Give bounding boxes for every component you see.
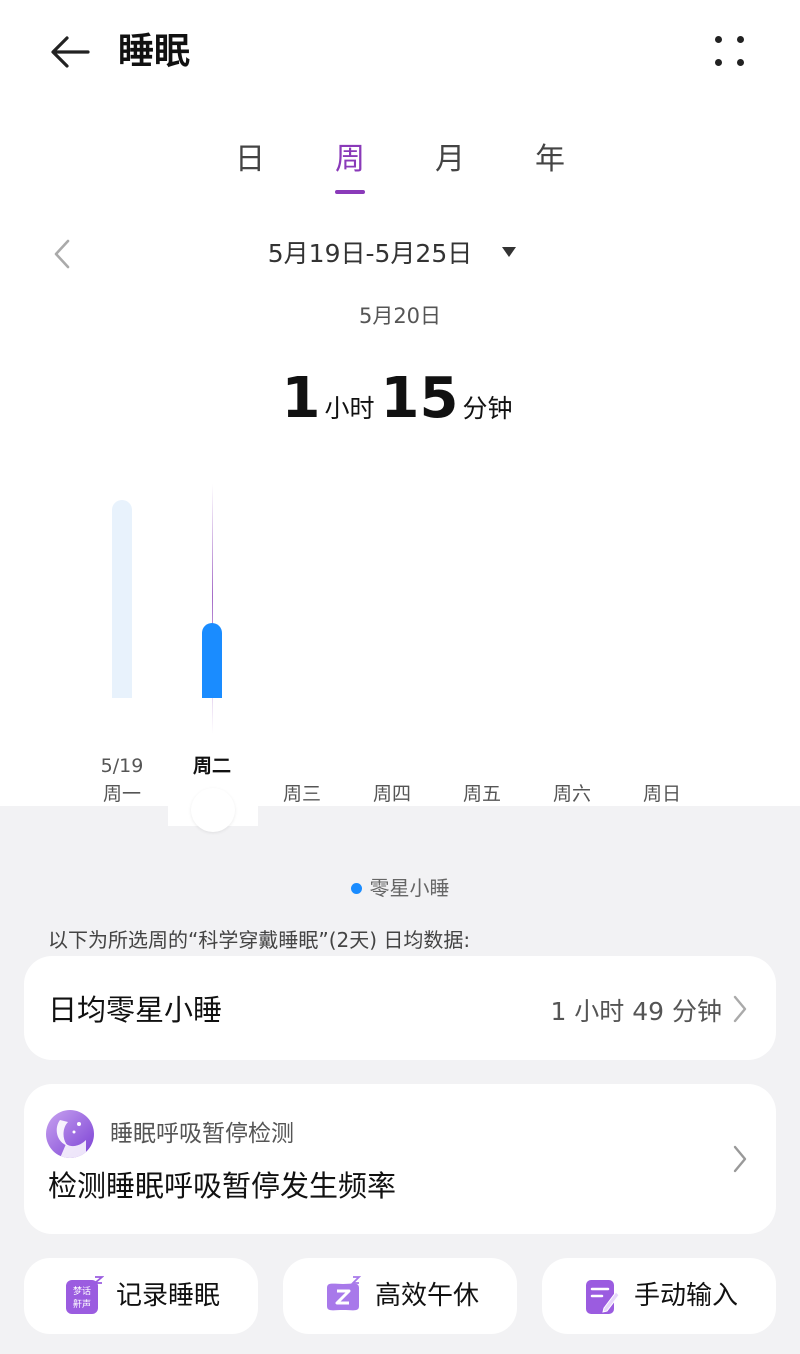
- chevron-right-icon: [733, 1145, 747, 1173]
- chart-legend: 零星小睡: [0, 872, 800, 904]
- x-axis-label[interactable]: 周二: [172, 752, 252, 780]
- apnea-subtitle: 睡眠呼吸暂停检测: [110, 1121, 294, 1147]
- previous-week-button[interactable]: [40, 232, 84, 276]
- manual-input-button[interactable]: 手动输入: [542, 1258, 776, 1334]
- date-range-label[interactable]: 5月19日-5月25日: [230, 234, 510, 274]
- chevron-right-icon: [733, 995, 747, 1023]
- duration-hours-unit: 小时: [324, 394, 375, 423]
- x-axis-label[interactable]: 周六: [532, 780, 612, 808]
- avg-nap-value: 1 小时 49 分钟: [550, 997, 722, 1026]
- tab-day[interactable]: 日: [220, 138, 280, 182]
- x-axis-label[interactable]: 周三: [262, 780, 342, 808]
- top-panel: 睡眠 日 周 月 年 5月19日-5月25日 5月20日 1小时15分钟: [0, 0, 800, 806]
- efficient-nap-button[interactable]: 高效午休: [283, 1258, 517, 1334]
- period-tabs: 日 周 月 年: [0, 138, 800, 198]
- arrow-left-icon: [51, 36, 90, 68]
- page-title: 睡眠: [118, 31, 191, 72]
- tab-year[interactable]: 年: [520, 138, 580, 182]
- x-axis-label[interactable]: 周日: [622, 780, 702, 808]
- manual-input-icon: [586, 1280, 620, 1314]
- avg-nap-label: 日均零星小睡: [48, 993, 223, 1027]
- record-sleep-button[interactable]: 梦话 鼾声 记录睡眠: [24, 1258, 258, 1334]
- date-range-selector: 5月19日-5月25日: [0, 228, 800, 280]
- manual-input-label: 手动输入: [634, 1281, 739, 1311]
- chart-bar[interactable]: [112, 500, 132, 698]
- sleep-apnea-icon: [46, 1110, 94, 1158]
- duration-hours: 1: [281, 366, 321, 431]
- more-options-button[interactable]: [700, 24, 760, 80]
- nap-pillow-icon: [327, 1276, 362, 1311]
- record-sleep-label: 记录睡眠: [116, 1281, 221, 1311]
- summary-note: 以下为所选周的“科学穿戴睡眠”(2天) 日均数据:: [48, 928, 471, 952]
- legend-label: 零星小睡: [369, 876, 450, 900]
- dream-talk-icon-text-bottom: 鼾声: [73, 1298, 91, 1310]
- tab-week[interactable]: 周: [320, 138, 380, 182]
- apnea-detection-card[interactable]: 睡眠呼吸暂停检测 检测睡眠呼吸暂停发生频率: [24, 1084, 776, 1234]
- duration-minutes: 15: [380, 366, 459, 431]
- app-header: 睡眠: [0, 0, 800, 104]
- caret-down-icon[interactable]: [502, 247, 516, 257]
- x-axis-date-label: 5/19: [100, 755, 144, 777]
- tab-month[interactable]: 月: [420, 138, 480, 182]
- weekly-sleep-chart[interactable]: 周一 5/19 周二 周三 周四 周五 周六 周日: [0, 470, 800, 810]
- active-tab-indicator: [335, 190, 365, 194]
- dream-talk-icon-text-top: 梦话: [73, 1285, 91, 1297]
- duration-minutes-unit: 分钟: [462, 394, 513, 423]
- x-axis-label[interactable]: 周四: [352, 780, 432, 808]
- dream-talk-icon: 梦话 鼾声: [66, 1276, 104, 1314]
- legend-dot-icon: [350, 883, 362, 894]
- x-axis-label[interactable]: 周一: [82, 780, 162, 808]
- selected-date: 5月20日: [358, 304, 442, 328]
- selection-knob[interactable]: [191, 788, 235, 832]
- efficient-nap-label: 高效午休: [375, 1281, 480, 1311]
- avg-nap-card[interactable]: 日均零星小睡 1 小时 49 分钟: [24, 956, 776, 1060]
- chart-bar[interactable]: [202, 623, 222, 698]
- apnea-title: 检测睡眠呼吸暂停发生频率: [48, 1169, 397, 1203]
- back-button[interactable]: [40, 24, 100, 80]
- chevron-left-icon: [54, 239, 70, 269]
- x-axis-label[interactable]: 周五: [442, 780, 522, 808]
- selected-duration: 1 小时 15 分钟: [0, 366, 800, 431]
